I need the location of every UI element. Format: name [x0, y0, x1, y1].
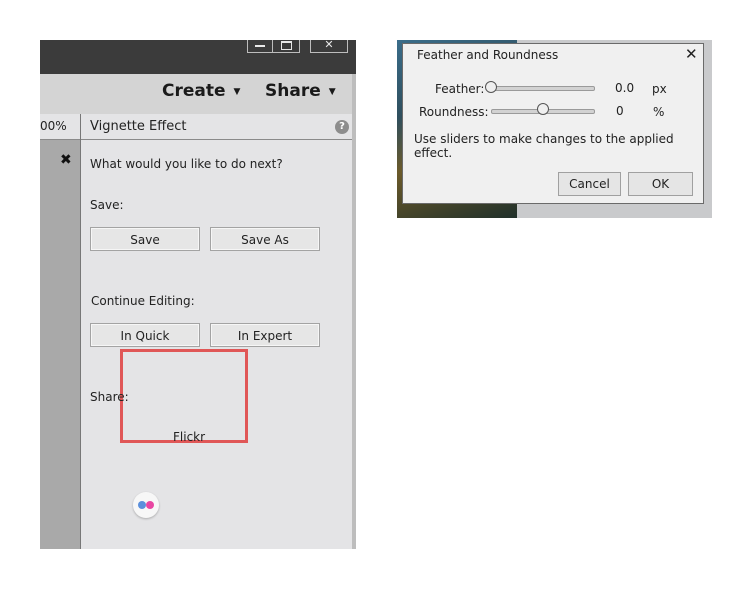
panel-title: Vignette Effect: [90, 119, 187, 134]
feather-roundness-dialog: Feather and Roundness ✕ Feather: 0.0 px …: [402, 43, 704, 204]
dialog-backdrop: Feather and Roundness ✕ Feather: 0.0 px …: [397, 40, 712, 218]
ok-button[interactable]: OK: [628, 172, 693, 196]
help-icon[interactable]: ?: [335, 120, 349, 134]
panel-header: Vignette Effect ?: [81, 114, 352, 140]
zoom-level: 00%: [40, 114, 80, 140]
roundness-value: 0: [616, 104, 624, 118]
roundness-slider-thumb[interactable]: [537, 103, 549, 115]
flickr-icon[interactable]: [133, 492, 159, 518]
roundness-unit: %: [653, 105, 665, 119]
maximize-icon: [281, 41, 292, 50]
flickr-pink-dot: [146, 501, 154, 509]
backdrop-strip: [517, 205, 712, 218]
feather-value: 0.0: [615, 81, 635, 95]
feather-unit: px: [652, 82, 667, 96]
save-as-button[interactable]: Save As: [210, 227, 320, 251]
cancel-button[interactable]: Cancel: [558, 172, 621, 196]
roundness-label: Roundness:: [419, 105, 489, 119]
in-expert-button[interactable]: In Expert: [210, 323, 320, 347]
create-menu[interactable]: Create ▼: [162, 74, 240, 114]
highlight-annotation-box: [120, 349, 248, 443]
next-step-prompt: What would you like to do next?: [90, 157, 283, 171]
vignette-effect-panel: Vignette Effect ? What would you like to…: [81, 114, 356, 549]
close-icon[interactable]: ✕: [685, 45, 698, 63]
feather-label: Feather:: [435, 82, 485, 96]
photo-area-strip: [40, 114, 80, 549]
feather-slider-thumb[interactable]: [485, 81, 497, 93]
flickr-blue-dot: [138, 501, 146, 509]
close-window-button[interactable]: ✕: [310, 38, 348, 53]
close-icon: ✕: [324, 38, 334, 51]
minimize-button[interactable]: [247, 40, 273, 53]
minimize-icon: [255, 45, 265, 47]
share-menu-label: Share: [265, 81, 321, 101]
create-menu-label: Create: [162, 81, 226, 101]
in-quick-button[interactable]: In Quick: [90, 323, 200, 347]
maximize-button[interactable]: [272, 40, 300, 53]
title-bar: ✕: [40, 38, 356, 74]
dialog-message: Use sliders to make changes to the appli…: [414, 132, 674, 160]
share-section-label: Share:: [90, 390, 129, 404]
flickr-link[interactable]: Flickr: [173, 430, 205, 444]
chevron-down-icon: ▼: [328, 87, 336, 97]
continue-editing-label: Continue Editing:: [91, 294, 195, 308]
close-panel-icon[interactable]: ✖: [60, 152, 72, 168]
feather-slider-track[interactable]: [491, 86, 595, 91]
dialog-title: Feather and Roundness: [417, 48, 559, 62]
organizer-window: ✕ Create ▼ Share ▼ 00% ✖ Vignette Effect ?…: [40, 38, 356, 549]
save-section-label: Save:: [90, 198, 124, 212]
chevron-down-icon: ▼: [233, 87, 241, 97]
share-menu[interactable]: Share ▼: [265, 74, 336, 114]
save-button[interactable]: Save: [90, 227, 200, 251]
menu-bar: Create ▼ Share ▼: [40, 74, 356, 114]
